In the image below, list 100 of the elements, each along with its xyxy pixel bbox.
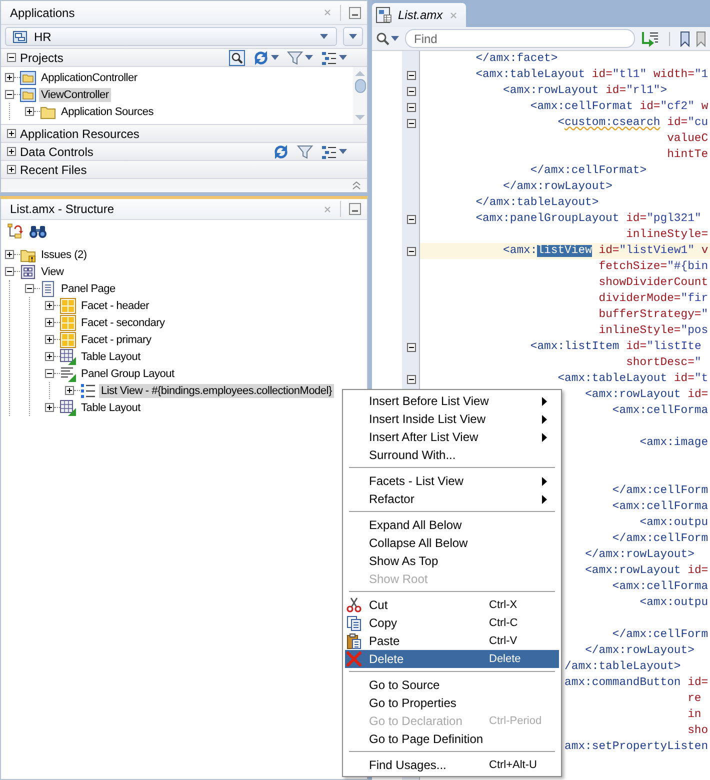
expand-icon[interactable] (7, 165, 16, 174)
section-title[interactable]: Application Resources (20, 126, 361, 140)
expand-icon[interactable] (45, 301, 54, 310)
tree-item[interactable]: View (39, 264, 66, 278)
dropdown-button[interactable] (343, 27, 363, 46)
collapse-icon[interactable] (406, 70, 416, 80)
menu-item[interactable]: Paste Ctrl-V (345, 632, 559, 650)
tree-item[interactable]: Facet - primary (79, 332, 154, 346)
bookmark-icon[interactable] (680, 30, 690, 46)
layout-button[interactable] (321, 50, 347, 66)
find-button[interactable] (29, 224, 47, 238)
collapse-icon[interactable] (406, 102, 416, 112)
menu-item[interactable]: Go to Page Definition (345, 730, 559, 748)
section-header[interactable]: Data Controls (1, 142, 367, 160)
list-icon (80, 382, 96, 398)
section-title[interactable]: Data Controls (20, 144, 261, 158)
section-title[interactable]: Recent Files (20, 162, 361, 176)
menu-item[interactable]: Insert Before List View (345, 392, 559, 410)
menu-item[interactable]: Find Usages... Ctrl+Alt-U (345, 756, 559, 774)
tree-item[interactable]: Table Layout (79, 350, 142, 364)
minimize-icon[interactable] (349, 203, 361, 215)
collapse-icon[interactable] (406, 374, 416, 384)
collapse-icon[interactable] (5, 90, 14, 99)
code-line: </amx:cellFormat> (530, 165, 647, 177)
layout-button[interactable] (321, 144, 347, 160)
expand-icon[interactable] (65, 386, 74, 395)
menu-item[interactable]: Facets - List View (345, 472, 559, 490)
project-folder-icon (20, 70, 36, 86)
paste-icon (346, 633, 362, 649)
expand-icon[interactable] (7, 147, 16, 156)
tree-item[interactable]: Panel Page (59, 282, 118, 296)
tree-item[interactable]: ApplicationController (39, 70, 140, 84)
section-header[interactable]: Projects (1, 48, 367, 66)
hierarchy-button[interactable] (7, 223, 23, 239)
filter-button[interactable] (297, 144, 313, 160)
editor-tab[interactable]: List.amx (372, 3, 466, 27)
collapse-icon[interactable] (406, 246, 416, 256)
code-line: </amx:cellForm (612, 485, 708, 497)
menu-item[interactable]: Expand All Below (345, 516, 559, 534)
menu-item[interactable]: Copy Ctrl-C (345, 614, 559, 632)
collapse-icon[interactable] (406, 118, 416, 128)
filter-button[interactable] (287, 50, 313, 66)
collapse-icon[interactable] (406, 86, 416, 96)
menu-item[interactable]: Cut Ctrl-X (345, 596, 559, 614)
menu-item[interactable]: Go to Properties (345, 694, 559, 712)
expand-icon[interactable] (45, 335, 54, 344)
tree-item[interactable]: Application Sources (59, 104, 156, 118)
chevron-up-icon[interactable] (352, 181, 361, 190)
menu-item[interactable]: Show As Top (345, 552, 559, 570)
tree-item[interactable]: Facet - header (79, 298, 152, 312)
menu-item[interactable]: Insert Inside List View (345, 410, 559, 428)
menu-item[interactable]: Refactor (345, 490, 559, 508)
menu-item[interactable]: Collapse All Below (345, 534, 559, 552)
sync-button[interactable] (273, 144, 289, 160)
tree-item[interactable]: Issues (2) (39, 248, 89, 262)
minimize-icon[interactable] (349, 6, 361, 18)
tree-item[interactable]: Panel Group Layout (79, 366, 176, 380)
expand-icon[interactable] (45, 352, 54, 361)
section-header[interactable]: Recent Files (1, 160, 367, 178)
code-line: <amx:rowLayout id="rl1"> (503, 85, 668, 97)
expand-icon[interactable] (5, 73, 14, 82)
code-line: <amx:listView id="listView1" v (503, 245, 708, 257)
code-line: <amx:cellForma (612, 405, 708, 417)
sync-icon (253, 50, 269, 66)
collapse-icon[interactable] (25, 284, 34, 293)
code-line: shortDesc=" (626, 357, 702, 369)
expand-icon[interactable] (25, 107, 34, 116)
collapse-icon[interactable] (406, 214, 416, 224)
sync-icon (273, 144, 289, 160)
tree-item[interactable]: Table Layout (79, 400, 142, 414)
shortcut-text: Ctrl-X (489, 599, 518, 611)
application-dropdown[interactable]: HR (5, 27, 337, 46)
collapse-icon[interactable] (406, 342, 416, 352)
section-header[interactable]: Application Resources (1, 124, 367, 142)
list-arrow-icon[interactable] (641, 30, 660, 46)
menu-item[interactable]: Insert After List View (345, 428, 559, 446)
bookmark-icon[interactable] (696, 30, 706, 46)
collapse-icon[interactable] (5, 267, 14, 276)
expand-icon[interactable] (45, 318, 54, 327)
tree-item[interactable]: Facet - secondary (79, 316, 167, 330)
table-icon (60, 400, 76, 416)
panel-title: List.amx - Structure (10, 202, 116, 216)
code-line: <amx:cellFormat id="cf2" w (530, 101, 708, 113)
search-options-button[interactable] (376, 32, 399, 46)
tree-item[interactable]: ViewController (39, 88, 111, 102)
collapse-icon[interactable] (45, 369, 54, 378)
menu-item[interactable]: Delete Delete (345, 650, 559, 668)
code-line: /amx:tableLayout> (564, 661, 681, 673)
expand-icon[interactable] (45, 403, 54, 412)
expand-icon[interactable] (5, 250, 14, 259)
collapse-icon[interactable] (7, 53, 16, 62)
menu-item[interactable]: Go to Source (345, 676, 559, 694)
find-field[interactable]: Find (405, 29, 636, 48)
section-title[interactable]: Projects (20, 50, 217, 64)
tree-item[interactable]: List View - #{bindings.employees.collectionModel} (99, 384, 334, 398)
shortcut-text: Ctrl+Alt-U (489, 759, 537, 771)
menu-item[interactable]: Surround With... (345, 446, 559, 464)
expand-icon[interactable] (7, 129, 16, 138)
search-button[interactable] (229, 50, 245, 66)
sync-button[interactable] (253, 50, 279, 66)
